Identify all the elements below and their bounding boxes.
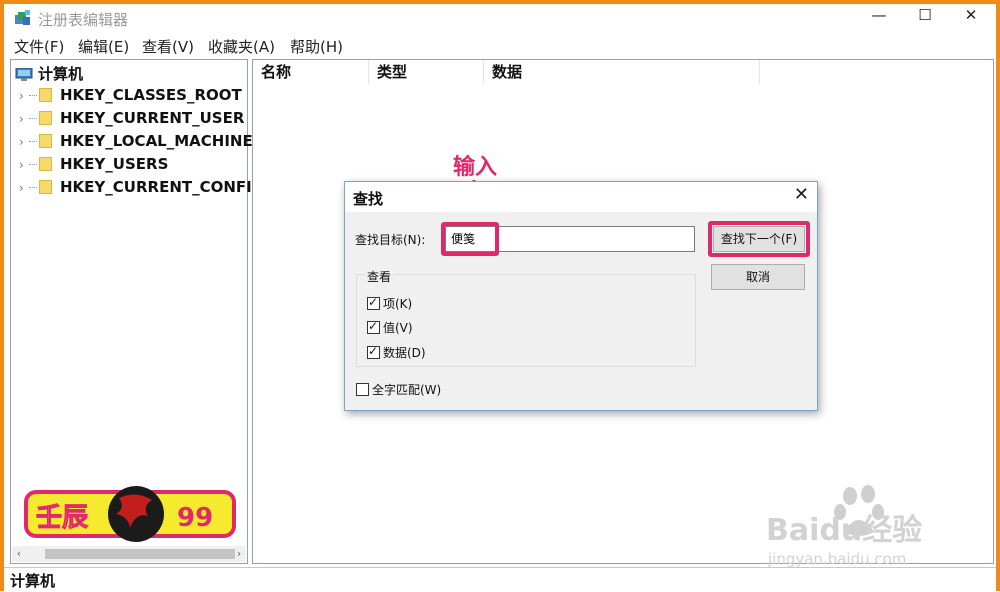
cancel-button[interactable]: 取消 bbox=[711, 264, 805, 290]
column-header-data[interactable]: 数据 bbox=[484, 60, 760, 84]
tree-item-hkcu[interactable]: › HKEY_CURRENT_USER bbox=[19, 109, 244, 127]
chevron-right-icon[interactable]: › bbox=[19, 135, 29, 149]
tree-root-computer[interactable]: 计算机 bbox=[15, 63, 83, 84]
menu-favorites[interactable]: 收藏夹(A) bbox=[208, 36, 275, 57]
button-highlight-box bbox=[708, 221, 810, 257]
folder-icon bbox=[39, 134, 52, 148]
watermark-url: jingyan.baidu.com bbox=[767, 550, 906, 568]
column-header-name[interactable]: 名称 bbox=[253, 60, 369, 84]
folder-icon bbox=[39, 180, 52, 194]
tree-root-label: 计算机 bbox=[38, 65, 84, 83]
computer-icon bbox=[15, 68, 33, 81]
minimize-button[interactable]: — bbox=[856, 4, 902, 28]
scroll-left-arrow-icon[interactable]: ‹ bbox=[12, 546, 26, 562]
watermark-brand: Baidu经验 bbox=[766, 513, 922, 548]
dialog-title: 查找 bbox=[353, 190, 384, 208]
input-highlight-box bbox=[441, 222, 499, 256]
checkbox-whole-word[interactable]: 全字匹配(W) bbox=[356, 381, 441, 398]
folder-icon bbox=[39, 157, 52, 171]
checkbox-label: 数据(D) bbox=[383, 346, 426, 360]
menu-edit[interactable]: 编辑(E) bbox=[78, 36, 129, 57]
tree-item-hku[interactable]: › HKEY_USERS bbox=[19, 155, 168, 173]
tree-item-label: HKEY_USERS bbox=[60, 155, 169, 173]
checkbox-checked-icon[interactable] bbox=[367, 295, 380, 310]
title-bar: 注册表编辑器 — ☐ ✕ bbox=[4, 4, 996, 32]
checkbox-data[interactable]: 数据(D) bbox=[367, 344, 426, 361]
tree-item-label: HKEY_CURRENT_CONFIG bbox=[60, 178, 265, 196]
checkbox-checked-icon[interactable] bbox=[367, 344, 380, 359]
menu-bar: 文件(F) 编辑(E) 查看(V) 收藏夹(A) 帮助(H) bbox=[4, 34, 996, 56]
window-title: 注册表编辑器 bbox=[38, 11, 129, 29]
dialog-close-icon[interactable]: ✕ bbox=[794, 184, 809, 205]
find-what-label: 查找目标(N): bbox=[355, 233, 426, 247]
find-dialog: 查找 ✕ 查找目标(N): 便笺 查找下一个(F) 取消 查看 项(K) 值(V… bbox=[344, 181, 818, 411]
look-at-group-label: 查看 bbox=[365, 268, 394, 285]
annotation-label: 输入 bbox=[453, 155, 498, 180]
menu-file[interactable]: 文件(F) bbox=[14, 36, 64, 57]
logo-badge: 壬辰 99 bbox=[24, 486, 236, 542]
status-bar: 计算机 bbox=[4, 567, 996, 592]
maximize-button[interactable]: ☐ bbox=[902, 4, 948, 28]
scrollbar-thumb[interactable] bbox=[45, 549, 235, 559]
logo-right-text: 99 bbox=[177, 503, 213, 533]
checkbox-label: 项(K) bbox=[383, 297, 413, 311]
checkbox-unchecked-icon[interactable] bbox=[356, 383, 369, 396]
menu-help[interactable]: 帮助(H) bbox=[290, 36, 343, 57]
chevron-right-icon[interactable]: › bbox=[19, 112, 29, 126]
tree-item-label: HKEY_CLASSES_ROOT bbox=[60, 86, 242, 104]
screenshot-frame: 注册表编辑器 — ☐ ✕ 文件(F) 编辑(E) 查看(V) 收藏夹(A) 帮助… bbox=[0, 0, 1000, 592]
chevron-right-icon[interactable]: › bbox=[19, 89, 29, 103]
tree-item-hklm[interactable]: › HKEY_LOCAL_MACHINE bbox=[19, 132, 253, 150]
checkbox-checked-icon[interactable] bbox=[367, 319, 380, 334]
status-path: 计算机 bbox=[10, 572, 56, 590]
baidu-jingyan-watermark: Baidu经验 jingyan.baidu.com bbox=[766, 485, 922, 568]
checkbox-keys[interactable]: 项(K) bbox=[367, 295, 412, 312]
registry-editor-icon bbox=[15, 10, 30, 25]
menu-view[interactable]: 查看(V) bbox=[142, 36, 194, 57]
column-header-type[interactable]: 类型 bbox=[369, 60, 484, 84]
dialog-title-bar: 查找 ✕ bbox=[345, 182, 817, 212]
close-button[interactable]: ✕ bbox=[948, 4, 994, 28]
scroll-right-arrow-icon[interactable]: › bbox=[232, 546, 246, 562]
checkbox-label: 全字匹配(W) bbox=[372, 383, 442, 397]
folder-icon bbox=[39, 88, 52, 102]
logo-left-text: 壬辰 bbox=[36, 503, 88, 533]
checkbox-label: 值(V) bbox=[383, 321, 413, 335]
chevron-right-icon[interactable]: › bbox=[19, 181, 29, 195]
tree-item-label: HKEY_LOCAL_MACHINE bbox=[60, 132, 253, 150]
horizontal-scrollbar[interactable]: ‹ › bbox=[12, 546, 246, 562]
tree-item-hkcr[interactable]: › HKEY_CLASSES_ROOT bbox=[19, 86, 242, 104]
folder-icon bbox=[39, 111, 52, 125]
checkbox-values[interactable]: 值(V) bbox=[367, 319, 413, 336]
tree-item-label: HKEY_CURRENT_USER bbox=[60, 109, 245, 127]
tree-item-hkcc[interactable]: › HKEY_CURRENT_CONFIG bbox=[19, 178, 264, 196]
chevron-right-icon[interactable]: › bbox=[19, 158, 29, 172]
